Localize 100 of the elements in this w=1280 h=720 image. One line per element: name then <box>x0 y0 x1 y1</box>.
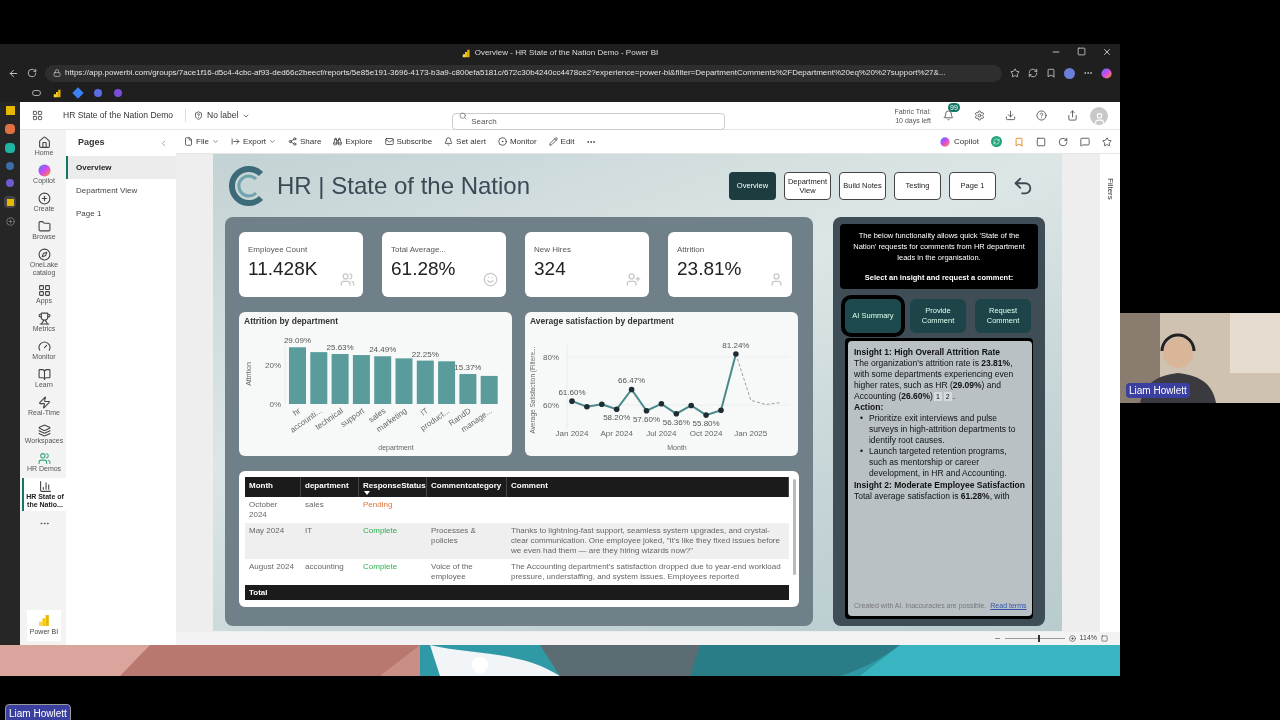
data-point <box>733 351 739 357</box>
column-header[interactable]: Comment <box>507 477 789 497</box>
binoculars-icon <box>333 137 343 146</box>
column-header[interactable]: Month <box>245 477 301 497</box>
insight-text: Total average satisfaction is 61.28%, with <box>854 491 1011 503</box>
bullet-marker: • <box>860 446 863 459</box>
help-icon[interactable] <box>1036 110 1047 121</box>
bookmark-icon[interactable] <box>114 89 122 97</box>
tick-label: Apr 2024 <box>600 429 633 438</box>
table-cell-text: October 2024 <box>248 499 279 521</box>
comment-icon[interactable] <box>1080 136 1090 147</box>
bar <box>459 374 477 404</box>
bar <box>374 356 392 404</box>
data-label: 66.47% <box>618 376 646 386</box>
toolbar-button[interactable]: Share <box>288 135 322 148</box>
presenter-badge: Liam Howlett <box>5 704 71 720</box>
data-point <box>599 401 605 408</box>
chart-title: Average satisfaction by department <box>529 315 675 328</box>
settings-icon[interactable] <box>974 110 985 121</box>
close-icon[interactable] <box>1102 47 1112 57</box>
kpi-label: Attrition <box>677 244 706 256</box>
table-cell-text: The Accounting department's satisfaction dropped due to year-end workload pressure, understaffing, and system issues. Employees reported <box>510 561 782 583</box>
copilot-button[interactable]: Copilot <box>940 135 979 148</box>
bar-logo-icon <box>461 48 471 58</box>
maximize-icon[interactable] <box>1077 47 1086 56</box>
tick-label: Jan 2025 <box>734 429 768 438</box>
orb-icon <box>37 164 51 177</box>
lock-icon <box>53 69 61 77</box>
column-header[interactable]: department <box>301 477 359 497</box>
bookmark-icon[interactable] <box>94 89 102 97</box>
table-cell-text: accounting <box>304 561 345 573</box>
app-launcher-icon[interactable] <box>32 110 43 121</box>
tick-label: Jul 2024 <box>646 429 677 438</box>
share-icon[interactable] <box>1067 110 1078 121</box>
add-person-icon <box>626 272 641 287</box>
toolbar-button[interactable]: Explore <box>333 135 373 148</box>
add-icon[interactable] <box>5 217 15 226</box>
gauge-icon <box>37 340 51 353</box>
filters-pane[interactable]: Filters <box>1100 154 1120 632</box>
refresh-badge-icon[interactable] <box>991 136 1002 147</box>
toolbar-button[interactable]: Monitor <box>497 135 537 148</box>
fit-page-icon[interactable] <box>1101 635 1108 642</box>
data-point <box>673 410 680 417</box>
kpi-label: Total Average... <box>391 244 447 256</box>
toolbar-button[interactable]: Set alert <box>444 135 486 148</box>
page-tab[interactable]: Overview <box>66 156 176 179</box>
toolbar-button[interactable]: Export <box>230 135 276 148</box>
kpi-value: 23.81% <box>677 257 742 281</box>
collections-icon[interactable] <box>1046 68 1056 78</box>
view-icon[interactable] <box>1036 136 1046 147</box>
toolbar-button[interactable]: Edit <box>548 135 575 148</box>
bar <box>352 355 370 404</box>
toolbar-button[interactable]: Subscribe <box>384 135 433 148</box>
orb-icon <box>940 136 951 147</box>
tick-label: Oct 2024 <box>689 429 723 438</box>
profile-icon[interactable] <box>1064 67 1075 79</box>
column-header[interactable]: ResponseStatus <box>359 477 427 497</box>
person-icon <box>769 272 784 287</box>
bar <box>438 361 456 404</box>
plus-circle-icon <box>37 192 51 205</box>
table-cell: Processes & policies <box>427 523 507 559</box>
back-icon[interactable] <box>8 67 19 79</box>
sort-arrow-icon <box>364 491 370 495</box>
search-field[interactable]: Search <box>452 113 726 130</box>
participant-name: Liam Howlett <box>1126 383 1190 398</box>
data-label: 29.09% <box>283 336 312 346</box>
notifications-icon[interactable] <box>943 110 954 121</box>
compass-icon <box>37 248 51 261</box>
bar-logo-icon <box>53 88 62 98</box>
scrollbar[interactable] <box>793 479 796 575</box>
data-label: 15.37% <box>454 363 482 373</box>
tab-icon[interactable] <box>32 90 41 96</box>
favorite-icon[interactable] <box>1102 136 1112 147</box>
zoom-in-icon[interactable] <box>1068 635 1076 642</box>
sync-icon[interactable] <box>1028 68 1038 78</box>
refresh-icon[interactable] <box>1058 136 1068 147</box>
zoom-out-icon[interactable] <box>993 635 1001 642</box>
data-point <box>688 402 694 409</box>
data-label: 58.20% <box>603 413 631 423</box>
data-point <box>658 401 665 407</box>
pane-title: Pages <box>77 136 105 150</box>
window-title: Overview - HR State of the Nation Demo - Power BI <box>474 47 659 59</box>
kpi-label: Employee Count <box>248 244 309 256</box>
column-header[interactable]: Commentcategory <box>427 477 507 497</box>
data-label: 56.36% <box>662 417 690 427</box>
workspace-title[interactable]: HR State of the Nation Demo <box>63 109 174 122</box>
address-bar[interactable] <box>45 64 1002 82</box>
slider-thumb[interactable] <box>1037 635 1040 642</box>
toolbar-button[interactable]: File <box>184 135 219 148</box>
bookmark-icon[interactable] <box>72 87 84 99</box>
download-icon[interactable] <box>1005 110 1016 121</box>
total-label: Total <box>249 586 268 599</box>
sidebar-app-icon[interactable] <box>4 196 16 208</box>
pencil-icon <box>548 137 558 146</box>
data-label: 22.25% <box>411 349 439 359</box>
stack-icon <box>37 424 51 437</box>
tick-label: 0% <box>269 400 281 409</box>
sensitivity-label[interactable]: No label <box>185 109 251 122</box>
caret-icon <box>211 138 219 145</box>
status-text: Complete <box>363 562 398 571</box>
